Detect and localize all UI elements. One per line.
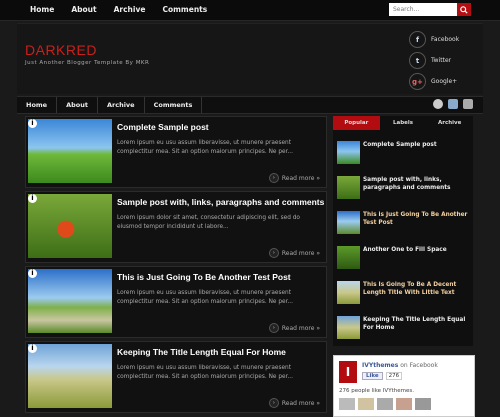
- facebook-like-box: I IVYthemes on Facebook Like 276 276 peo…: [333, 355, 475, 417]
- popular-post-item[interactable]: Keeping The Title Length Equal For Home: [337, 316, 473, 339]
- post-thumbnail[interactable]: [28, 344, 112, 408]
- facebook-like-count: 276: [385, 372, 403, 380]
- post-thumbnail[interactable]: [28, 119, 112, 183]
- facebook-link[interactable]: f Facebook: [409, 31, 459, 48]
- comments-icon[interactable]: [448, 99, 458, 109]
- popular-post-thumbnail: [337, 176, 360, 199]
- blog-header: DARKRED Just Another Blogger Template By…: [17, 23, 483, 94]
- search-button[interactable]: [457, 3, 471, 16]
- popular-post-title: Keeping The Title Length Equal For Home: [363, 317, 466, 331]
- avatar[interactable]: [339, 398, 355, 410]
- google-plus-icon: g+: [409, 73, 426, 90]
- main-nav-comments[interactable]: Comments: [145, 97, 203, 113]
- popular-post-item[interactable]: Sample post with, links, paragraphs and …: [337, 176, 473, 199]
- read-more-link[interactable]: › Read more »: [268, 323, 320, 333]
- popular-post-item[interactable]: Another One to Fill Space: [337, 246, 447, 269]
- info-icon[interactable]: i: [28, 194, 37, 203]
- post-title[interactable]: Keeping The Title Length Equal For Home: [117, 347, 286, 357]
- twitter-link[interactable]: t Twitter: [409, 52, 451, 69]
- avatar[interactable]: [415, 398, 431, 410]
- tab-archive[interactable]: Archive: [426, 116, 473, 130]
- facebook-people-text: 276 people like IVYthemes.: [339, 388, 414, 394]
- avatar[interactable]: [377, 398, 393, 410]
- arrow-icon: ›: [268, 323, 279, 333]
- popular-post-item[interactable]: Complete Sample post: [337, 141, 437, 164]
- post-excerpt: Lorem ipsum eu usu assum liberavisse, ut…: [117, 290, 293, 305]
- facebook-page-name[interactable]: IVYthemes: [362, 362, 398, 369]
- post-excerpt: Lorem ipsum eu usu assum liberavisse, ut…: [117, 140, 293, 155]
- facebook-label: Facebook: [431, 36, 460, 43]
- post-title[interactable]: Complete Sample post: [117, 122, 209, 132]
- popular-post-thumbnail: [337, 316, 360, 339]
- ivythemes-logo[interactable]: I: [339, 361, 357, 383]
- read-more-link[interactable]: › Read more »: [268, 173, 320, 183]
- clock-icon[interactable]: [433, 99, 443, 109]
- tab-popular[interactable]: Popular: [333, 116, 380, 130]
- top-nav-archive[interactable]: Archive: [114, 5, 146, 14]
- read-more-label: Read more »: [281, 174, 320, 182]
- post-thumbnail[interactable]: [28, 194, 112, 258]
- popular-post-item[interactable]: This is Just Going To Be Another Test Po…: [337, 211, 473, 234]
- search-input[interactable]: Search...: [389, 3, 457, 16]
- sidebar-tabs-widget: Popular Labels Archive Complete Sample p…: [333, 116, 473, 346]
- main-nav: Home About Archive Comments: [17, 96, 483, 114]
- post-card: i Complete Sample post Lorem ipsum eu us…: [25, 116, 327, 188]
- read-more-label: Read more »: [281, 399, 320, 407]
- top-nav-home[interactable]: Home: [30, 5, 54, 14]
- top-nav-about[interactable]: About: [71, 5, 96, 14]
- post-thumbnail[interactable]: [28, 269, 112, 333]
- main-nav-home[interactable]: Home: [17, 97, 58, 113]
- popular-post-thumbnail: [337, 246, 360, 269]
- rss-icon[interactable]: [463, 99, 473, 109]
- post-card: i Keeping The Title Length Equal For Hom…: [25, 341, 327, 413]
- popular-post-thumbnail: [337, 281, 360, 304]
- tab-labels[interactable]: Labels: [380, 116, 427, 130]
- main-nav-about[interactable]: About: [57, 97, 98, 113]
- avatar[interactable]: [358, 398, 374, 410]
- info-icon[interactable]: i: [28, 344, 37, 353]
- popular-post-title: This is Just Going To Be Another Test Po…: [363, 212, 468, 226]
- facebook-icon: f: [409, 31, 426, 48]
- top-bar: Home About Archive Comments Search...: [0, 0, 500, 21]
- popular-post-thumbnail: [337, 211, 360, 234]
- info-icon[interactable]: i: [28, 119, 37, 128]
- avatar[interactable]: [396, 398, 412, 410]
- popular-post-title: Another One to Fill Space: [363, 247, 447, 253]
- post-card: i Sample post with, links, paragraphs an…: [25, 191, 327, 263]
- post-card: i This is Just Going To Be Another Test …: [25, 266, 327, 338]
- popular-post-title: This Is Going To Be A Decent Length Titl…: [363, 282, 457, 296]
- top-nav-comments[interactable]: Comments: [162, 5, 207, 14]
- read-more-label: Read more »: [281, 249, 320, 257]
- post-title[interactable]: This is Just Going To Be Another Test Po…: [117, 272, 291, 282]
- arrow-icon: ›: [268, 248, 279, 258]
- google-plus-link[interactable]: g+ Google+: [409, 73, 457, 90]
- main-nav-archive[interactable]: Archive: [98, 97, 145, 113]
- post-title[interactable]: Sample post with, links, paragraphs and …: [117, 197, 324, 207]
- post-excerpt: Lorem ipsum eu usu assum liberavisse, ut…: [117, 365, 293, 380]
- twitter-icon: t: [409, 52, 426, 69]
- search-icon: [460, 5, 468, 14]
- google-plus-label: Google+: [431, 78, 458, 85]
- facebook-fan-avatars: [339, 398, 431, 410]
- facebook-like-button[interactable]: Like: [362, 372, 383, 380]
- popular-post-thumbnail: [337, 141, 360, 164]
- read-more-link[interactable]: › Read more »: [268, 248, 320, 258]
- popular-post-title: Sample post with, links, paragraphs and …: [363, 177, 451, 191]
- info-icon[interactable]: i: [28, 269, 37, 278]
- read-more-label: Read more »: [281, 324, 320, 332]
- twitter-label: Twitter: [431, 57, 452, 64]
- blog-title[interactable]: DARKRED: [25, 42, 97, 58]
- blog-description: Just Another Blogger Template By MKR: [25, 60, 150, 66]
- arrow-icon: ›: [268, 173, 279, 183]
- popular-post-title: Complete Sample post: [363, 142, 437, 148]
- facebook-on-label: on Facebook: [400, 362, 438, 369]
- popular-post-item[interactable]: This Is Going To Be A Decent Length Titl…: [337, 281, 473, 304]
- post-excerpt: Lorem ipsum dolor sit amet, consectetur …: [117, 215, 300, 230]
